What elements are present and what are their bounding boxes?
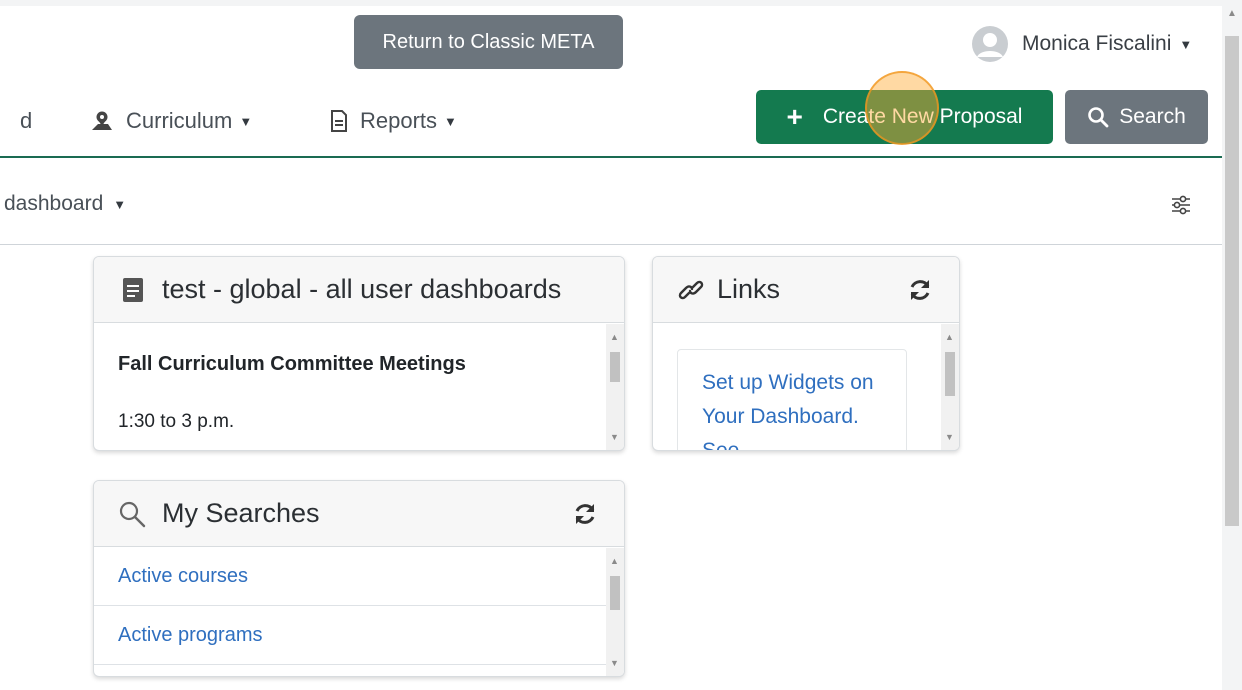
document-icon: [331, 110, 347, 132]
note-icon: [123, 277, 143, 302]
sliders-icon[interactable]: [1170, 194, 1192, 216]
dashboard-selector[interactable]: dashboard ▼: [4, 192, 126, 216]
page-scrollbar-thumb[interactable]: [1225, 36, 1239, 526]
nav-item-label: Curriculum: [126, 108, 233, 133]
nav-item-reports[interactable]: Reports ▼: [330, 108, 457, 134]
widget-scrollbar[interactable]: ▲ ▼: [606, 324, 624, 450]
announcement-widget: test - global - all user dashboards Fall…: [93, 256, 625, 451]
my-searches-widget: My Searches Active courses Active progra…: [93, 480, 625, 677]
map-pin-icon: [92, 111, 112, 130]
refresh-icon[interactable]: [572, 501, 598, 527]
dashboard-toolbar: dashboard ▼: [0, 158, 1222, 245]
scroll-up-icon[interactable]: ▲: [610, 332, 619, 342]
chevron-down-icon: ▼: [444, 113, 457, 129]
create-new-proposal-button[interactable]: + Create New Proposal: [756, 90, 1053, 144]
search-icon: [119, 501, 146, 527]
scroll-up-icon[interactable]: ▲: [1227, 8, 1237, 19]
search-button[interactable]: Search: [1065, 90, 1208, 144]
nav-item-curriculum[interactable]: Curriculum ▼: [90, 108, 252, 134]
link-icon: [678, 280, 704, 299]
scroll-down-icon[interactable]: ▼: [610, 658, 619, 668]
saved-search-item[interactable]: Active courses: [94, 548, 606, 606]
scrollbar-thumb[interactable]: [945, 352, 955, 396]
widget-scrollbar[interactable]: ▲ ▼: [606, 548, 624, 676]
page-scrollbar[interactable]: ▲: [1222, 0, 1242, 690]
user-menu[interactable]: Monica Fiscalini ▼: [972, 24, 1192, 64]
nav-item-label: Reports: [360, 108, 438, 133]
user-avatar-icon: [972, 26, 1008, 62]
user-name: Monica Fiscalini: [1022, 32, 1172, 55]
widget-header: test - global - all user dashboards: [94, 257, 624, 323]
scroll-down-icon[interactable]: ▼: [610, 432, 619, 442]
chevron-down-icon: ▼: [1179, 36, 1193, 52]
chevron-down-icon: ▼: [239, 113, 253, 129]
refresh-icon[interactable]: [907, 277, 933, 303]
scrollbar-thumb[interactable]: [610, 576, 620, 610]
announcement-title: Fall Curriculum Committee Meetings: [118, 353, 466, 375]
return-to-classic-button[interactable]: Return to Classic META: [354, 15, 623, 69]
search-button-label: Search: [1119, 105, 1186, 128]
announcement-time: 1:30 to 3 p.m.: [118, 411, 235, 432]
plus-icon: +: [786, 101, 803, 132]
widget-scrollbar[interactable]: ▲ ▼: [941, 324, 959, 450]
search-icon: [1088, 107, 1109, 128]
scrollbar-thumb[interactable]: [610, 352, 620, 382]
widget-title: test - global - all user dashboards: [162, 274, 562, 304]
dashboard-selector-label: dashboard: [4, 192, 104, 215]
app-page: Return to Classic META Monica Fiscalini …: [0, 6, 1222, 690]
nav-item-partial[interactable]: d: [20, 108, 32, 134]
widget-title: My Searches: [162, 498, 320, 528]
widget-title: Links: [717, 274, 781, 304]
chevron-down-icon: ▼: [113, 196, 127, 212]
widget-header: My Searches: [94, 481, 624, 547]
scroll-up-icon[interactable]: ▲: [945, 332, 954, 342]
create-button-label: Create New Proposal: [822, 105, 1023, 128]
scroll-up-icon[interactable]: ▲: [610, 556, 619, 566]
saved-search-item[interactable]: Active programs: [94, 607, 606, 665]
link-card[interactable]: Set up Widgets on Your Dashboard. See: [677, 349, 907, 450]
links-widget: Links Set up Widgets on Your Dashboard. …: [652, 256, 960, 451]
scroll-down-icon[interactable]: ▼: [945, 432, 954, 442]
